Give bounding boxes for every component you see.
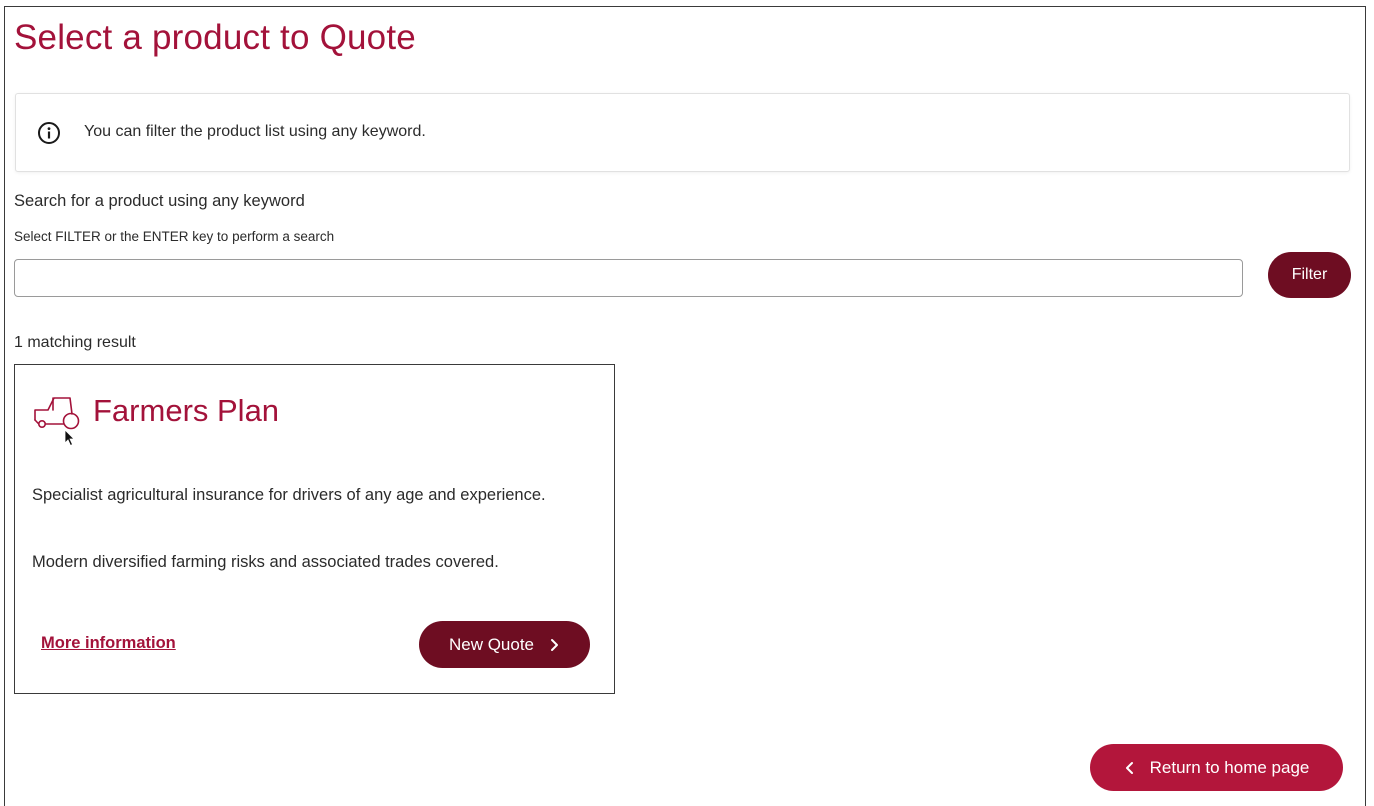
new-quote-label: New Quote	[448, 634, 535, 654]
product-description: Specialist agricultural insurance for dr…	[32, 486, 546, 504]
return-home-button[interactable]: Return to home page	[1090, 744, 1343, 791]
info-icon	[38, 122, 60, 144]
new-quote-button[interactable]: New Quote	[419, 621, 590, 668]
chevron-right-icon	[551, 638, 559, 651]
product-title: Farmers Plan	[93, 393, 280, 428]
search-label: Search for a product using any keyword	[14, 192, 305, 210]
filter-button[interactable]: Filter	[1268, 252, 1351, 298]
more-information-link[interactable]: More information	[41, 634, 176, 653]
info-banner-text: You can filter the product list using an…	[84, 123, 426, 140]
result-count: 1 matching result	[14, 334, 136, 351]
info-banner: You can filter the product list using an…	[15, 93, 1350, 172]
search-hint: Select FILTER or the ENTER key to perfor…	[14, 229, 335, 244]
return-home-label: Return to home page	[1149, 757, 1310, 777]
search-input[interactable]	[14, 259, 1243, 297]
page-title: Select a product to Quote	[14, 18, 416, 57]
tractor-icon	[34, 397, 80, 430]
product-description-secondary: Modern diversified farming risks and ass…	[32, 553, 499, 571]
product-card: Farmers Plan Specialist agricultural ins…	[14, 364, 615, 694]
mouse-cursor-icon	[64, 429, 75, 447]
chevron-left-icon	[1125, 761, 1133, 774]
